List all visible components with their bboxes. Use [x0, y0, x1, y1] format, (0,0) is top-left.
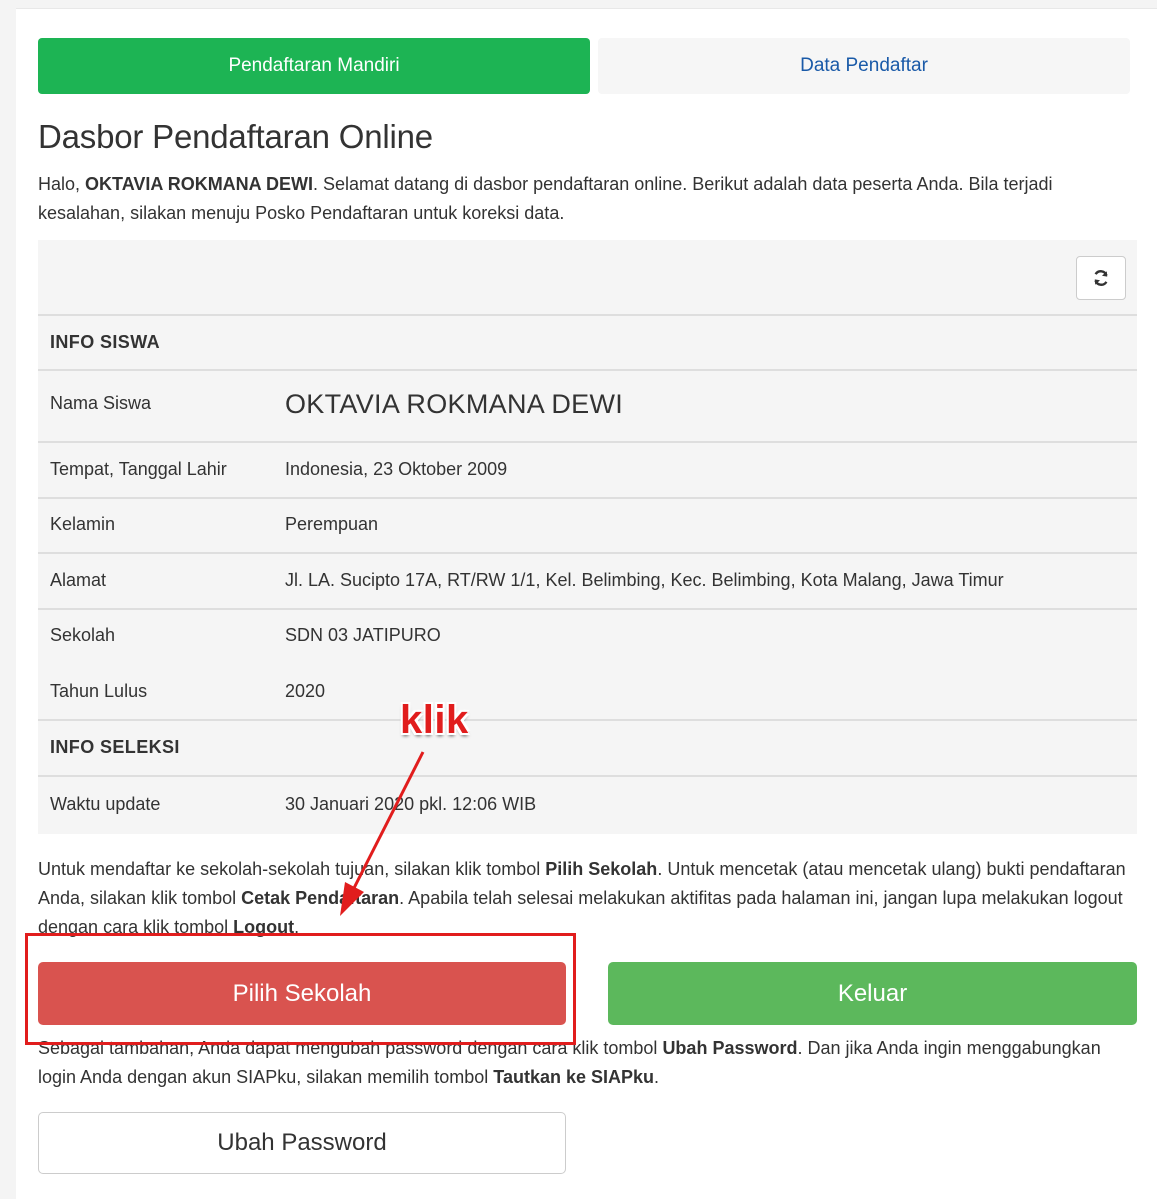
row-value: Jl. LA. Sucipto 17A, RT/RW 1/1, Kel. Bel… — [285, 570, 1004, 590]
row-value: Perempuan — [285, 514, 379, 534]
klik-annotation-label: klik — [400, 698, 469, 742]
text-bold: Ubah Password — [662, 1038, 798, 1058]
section-heading: INFO SISWA — [50, 332, 161, 352]
row-label: Tahun Lulus — [50, 681, 148, 701]
divider — [38, 719, 1137, 721]
text-bold: Tautkan ke SIAPku — [493, 1067, 654, 1087]
row-label: Sekolah — [50, 625, 116, 645]
student-name: OKTAVIA ROKMANA DEWI — [285, 389, 624, 419]
divider — [38, 369, 1137, 371]
text-bold: Cetak Pendaftaran — [241, 888, 400, 908]
row-value: 30 Januari 2020 pkl. 12:06 WIB — [285, 794, 537, 814]
divider — [38, 608, 1137, 610]
row-label: Nama Siswa — [50, 393, 152, 413]
text-part: . — [654, 1067, 660, 1087]
refresh-icon — [1094, 270, 1108, 286]
divider — [38, 775, 1137, 777]
highlight-box — [25, 933, 576, 1045]
row-value: Indonesia, 23 Oktober 2009 — [285, 459, 508, 479]
divider — [38, 314, 1137, 316]
row-label: Alamat — [50, 570, 107, 590]
tab-pendaftaran-mandiri[interactable]: Pendaftaran Mandiri — [38, 38, 590, 94]
intro-name: OKTAVIA ROKMANA DEWI — [85, 174, 314, 194]
section-heading: INFO SELEKSI — [50, 737, 180, 757]
row-value: 2020 — [285, 681, 326, 701]
divider — [38, 441, 1137, 443]
instructions-text: Untuk mendaftar ke sekolah-sekolah tujua… — [38, 855, 1133, 942]
row-value: SDN 03 JATIPURO — [285, 625, 441, 645]
tab-data-pendaftar[interactable]: Data Pendaftar — [598, 38, 1130, 94]
keluar-button[interactable]: Keluar — [608, 962, 1137, 1025]
refresh-button[interactable] — [1076, 256, 1126, 300]
intro-prefix: Halo, — [38, 174, 86, 194]
ubah-password-button[interactable]: Ubah Password — [38, 1112, 566, 1174]
text-bold: Pilih Sekolah — [545, 859, 658, 879]
row-label: Kelamin — [50, 514, 116, 534]
text-part: Untuk mendaftar ke sekolah-sekolah tujua… — [38, 859, 546, 879]
student-info-card: INFO SISWA Nama Siswa OKTAVIA ROKMANA DE… — [38, 240, 1137, 834]
intro-text: Halo, OKTAVIA ROKMANA DEWI. Selamat data… — [38, 170, 1133, 228]
row-label: Tempat, Tanggal Lahir — [50, 459, 227, 479]
page-title: Dasbor Pendaftaran Online — [38, 118, 433, 155]
row-label: Waktu update — [50, 794, 161, 814]
divider — [38, 552, 1137, 554]
divider — [38, 497, 1137, 499]
